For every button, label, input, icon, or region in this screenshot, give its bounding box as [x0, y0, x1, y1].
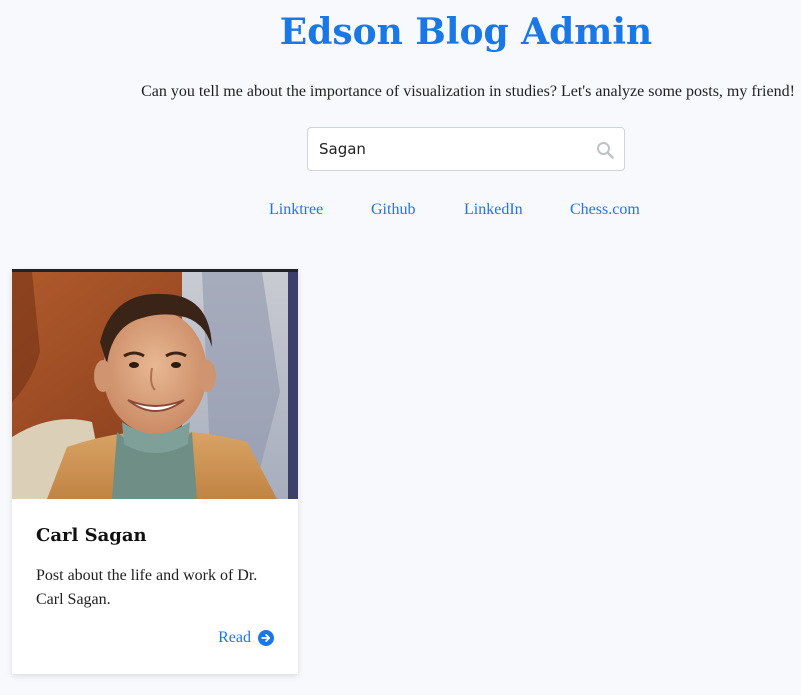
search-input[interactable] — [319, 128, 589, 170]
read-post-link[interactable]: Read — [218, 627, 274, 649]
social-links: Linktree Github LinkedIn Chess.com — [0, 199, 801, 221]
page: Edson Blog Admin Can you tell me about t… — [0, 0, 801, 695]
page-subtitle: Can you tell me about the importance of … — [141, 83, 795, 100]
post-description: Post about the life and work of Dr. Carl… — [36, 567, 258, 608]
github-link[interactable]: Github — [371, 199, 415, 221]
search-box — [307, 127, 625, 171]
page-title: Edson Blog Admin — [279, 11, 653, 53]
post-card: Carl Sagan Post about the life and work … — [12, 269, 298, 674]
chess-com-link[interactable]: Chess.com — [570, 199, 640, 221]
post-image — [12, 272, 298, 499]
search-icon[interactable] — [596, 141, 614, 159]
portrait-illustration — [12, 272, 298, 499]
linkedin-link[interactable]: LinkedIn — [464, 199, 523, 221]
read-label: Read — [218, 629, 251, 646]
post-title: Carl Sagan — [36, 525, 147, 546]
arrow-right-circle-icon — [258, 630, 274, 646]
linktree-link[interactable]: Linktree — [269, 199, 323, 221]
